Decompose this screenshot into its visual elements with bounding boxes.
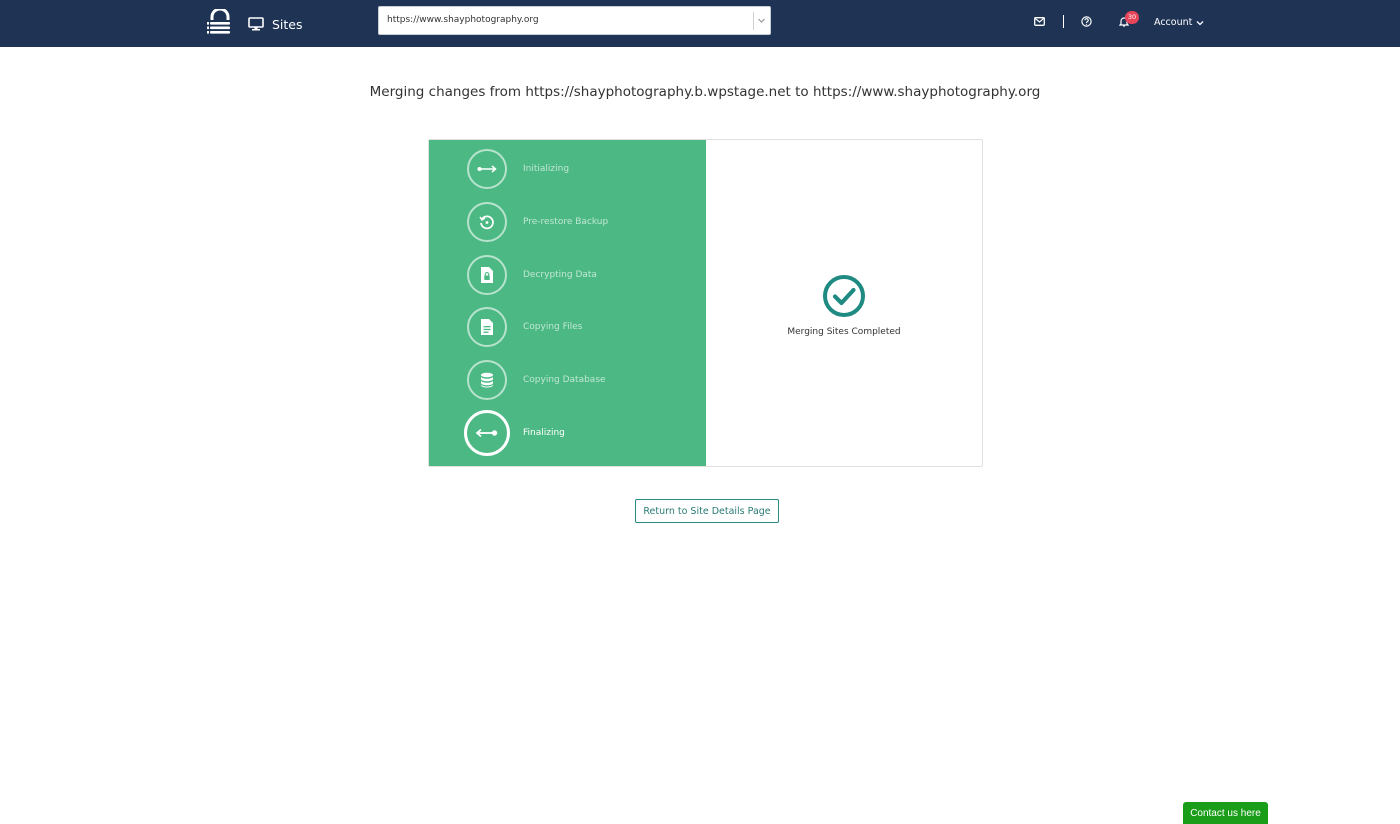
nav-sites-label: Sites	[272, 16, 303, 32]
mail-icon[interactable]	[1034, 17, 1045, 26]
step-copying-files: Copying Files	[467, 306, 582, 348]
notification-badge: 30	[1125, 11, 1139, 24]
return-to-site-details-button[interactable]: Return to Site Details Page	[635, 499, 779, 523]
help-icon[interactable]	[1081, 16, 1092, 27]
monitor-icon	[248, 17, 264, 31]
contact-us-button[interactable]: Contact us here	[1183, 802, 1268, 824]
arrows-horizontal-icon	[467, 149, 507, 189]
step-copying-database: Copying Database	[467, 359, 606, 401]
account-label: Account	[1154, 17, 1193, 28]
steps-list: Initializing Pre-restore Backup Decrypti…	[429, 140, 706, 466]
merge-progress-panel: Initializing Pre-restore Backup Decrypti…	[428, 139, 983, 467]
step-label: Initializing	[523, 164, 570, 174]
step-label: Copying Files	[523, 322, 583, 332]
database-icon	[467, 360, 507, 400]
nav-sites[interactable]: Sites	[248, 14, 303, 34]
brand-logo-icon[interactable]	[207, 7, 233, 37]
finalize-icon	[464, 410, 510, 456]
step-pre-restore-backup: Pre-restore Backup	[467, 201, 608, 243]
chevron-down-icon	[1196, 20, 1204, 25]
chevron-down-icon	[758, 18, 765, 23]
step-decrypting-data: Decrypting Data	[467, 254, 597, 296]
restore-icon	[467, 202, 507, 242]
step-finalizing: Finalizing	[464, 410, 565, 456]
site-select-value: https://www.shayphotography.org	[387, 15, 539, 25]
check-circle-icon	[823, 275, 865, 317]
account-menu[interactable]: Account	[1154, 17, 1204, 28]
site-select-dropdown[interactable]: https://www.shayphotography.org	[378, 6, 771, 35]
file-text-icon	[467, 307, 507, 347]
merge-result: Merging Sites Completed	[706, 140, 982, 466]
step-label: Decrypting Data	[523, 270, 597, 280]
step-label: Copying Database	[523, 375, 606, 385]
file-lock-icon	[467, 255, 507, 295]
step-label: Pre-restore Backup	[523, 217, 609, 227]
page-title: Merging changes from https://shayphotogr…	[369, 84, 1041, 100]
top-navbar: Sites https://www.shayphotography.org 30…	[0, 0, 1400, 47]
step-label: Finalizing	[523, 428, 565, 438]
select-separator	[753, 12, 754, 30]
step-initializing: Initializing	[467, 148, 569, 190]
status-text: Merging Sites Completed	[787, 327, 901, 337]
header-divider	[1063, 15, 1064, 28]
